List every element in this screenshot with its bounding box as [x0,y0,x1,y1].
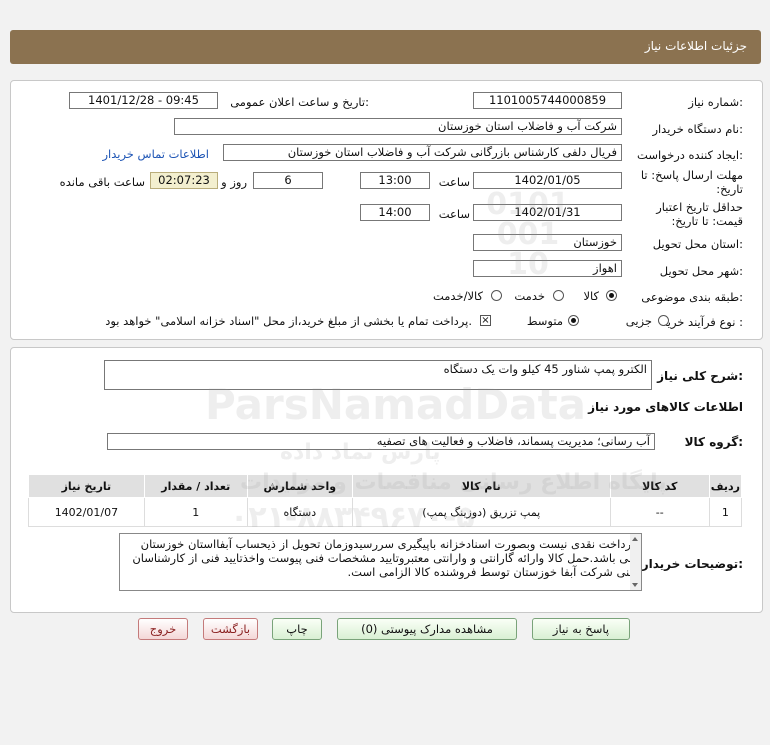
category-label: طبقه بندی موضوعی: [641,290,743,304]
back-button[interactable]: بازگشت [203,618,258,640]
print-button[interactable]: چاپ [272,618,322,640]
category-radio-goods-service[interactable] [491,290,502,301]
col-qty-header: تعداد / مقدار [143,474,248,498]
scroll-up-icon[interactable] [632,537,638,541]
category-radio-goods[interactable] [606,290,617,301]
remaining-time-field: 02:07:23 [150,172,218,189]
category-option-goods-service: کالا/خدمت [432,289,483,303]
category-option-service: خدمت [514,289,545,303]
category-option-goods: کالا [583,289,599,303]
group-field: آب رسانی؛ مدیریت پسماند، فاضلاب و فعالیت… [107,433,655,450]
group-label: گروه کالا: [684,435,743,449]
cell-row: 1 [708,497,743,527]
category-radio-service[interactable] [553,290,564,301]
cell-unit: دستگاه [246,497,353,527]
city-field: اهواز [473,260,622,277]
validity-time-label: ساعت [438,207,470,221]
need-number-field: 1101005744000859 [473,92,622,109]
summary-label: شرح کلی نیاز: [657,369,743,383]
reply-date-field: 1402/01/05 [473,172,622,189]
reply-time-field: 13:00 [360,172,430,189]
table-header-row: ردیف کد کالا نام کالا واحد شمارش تعداد /… [28,474,743,498]
col-name-header: نام کالا [351,474,611,498]
creator-field: فریال دلفی کارشناس بازرگانی شرکت آب و فا… [223,144,622,161]
creator-label: ایجاد کننده درخواست: [637,148,743,162]
process-label: نوع فرآیند خرید : [661,315,743,329]
buyer-field: شرکت آب و فاضلاب استان خوزستان [174,118,622,135]
city-label: شهر محل تحویل: [659,264,743,278]
days-label: روز و [221,175,247,189]
province-label: استان محل تحویل: [652,237,743,251]
process-option-minor: جزیی [625,314,652,328]
announce-label: تاریخ و ساعت اعلان عمومی: [230,95,369,109]
col-date-header: تاریخ نیاز [28,474,145,498]
validity-date-field: 1402/01/31 [473,204,622,221]
remaining-label: ساعت باقی مانده [59,175,145,189]
page-header: جزئیات اطلاعات نیاز [10,30,761,64]
page-title: جزئیات اطلاعات نیاز [644,39,747,53]
need-number-label: شماره نیاز: [688,95,743,109]
items-table: ردیف کد کالا نام کالا واحد شمارش تعداد /… [28,474,743,527]
days-field: 6 [253,172,323,189]
exit-button[interactable]: خروج [138,618,188,640]
province-field: خوزستان [473,234,622,251]
treasury-checkbox[interactable]: × [480,315,491,326]
buyer-label: نام دستگاه خریدار: [652,122,743,136]
process-radio-minor[interactable] [658,315,669,326]
scroll-down-icon[interactable] [632,583,638,587]
validity-label: حداقل تاریخ اعتبار قیمت: تا تاریخ: [656,200,743,228]
notes-text: پرداخت نقدی نیست وبصورت اسنادخزانه باپیگ… [132,537,635,579]
contact-buyer-link[interactable]: اطلاعات تماس خریدار [102,147,209,161]
process-option-medium: متوسط [526,314,563,328]
notes-scrollbar[interactable] [630,534,641,590]
treasury-note: پرداخت تمام یا بخشی از مبلغ خرید،از محل … [105,314,472,328]
col-code-header: کد کالا [609,474,710,498]
cell-qty: 1 [143,497,248,527]
announce-field: 1401/12/28 - 09:45 [69,92,218,109]
reply-deadline-label: مهلت ارسال پاسخ: تا تاریخ: [640,168,743,196]
summary-field: الکترو پمپ شناور 45 کیلو وات یک دستگاه [104,360,652,390]
reply-time-label: ساعت [438,175,470,189]
notes-box[interactable]: پرداخت نقدی نیست وبصورت اسنادخزانه باپیگ… [119,533,642,591]
table-row: 1 -- پمپ تزریق (دوزینگ پمپ) دستگاه 1 140… [28,497,743,527]
cell-date: 1402/01/07 [28,497,145,527]
process-radio-medium[interactable] [568,315,579,326]
validity-time-field: 14:00 [360,204,430,221]
notes-label: توضیحات خریدار: [641,557,743,571]
cell-name: پمپ تزریق (دوزینگ پمپ) [351,497,611,527]
col-row-header: ردیف [708,474,743,498]
cell-code: -- [609,497,710,527]
col-unit-header: واحد شمارش [246,474,353,498]
items-title: اطلاعات کالاهای مورد نیاز [588,400,743,414]
reply-button[interactable]: پاسخ به نیاز [532,618,630,640]
attachments-button[interactable]: مشاهده مدارک پیوستی (0) [337,618,517,640]
